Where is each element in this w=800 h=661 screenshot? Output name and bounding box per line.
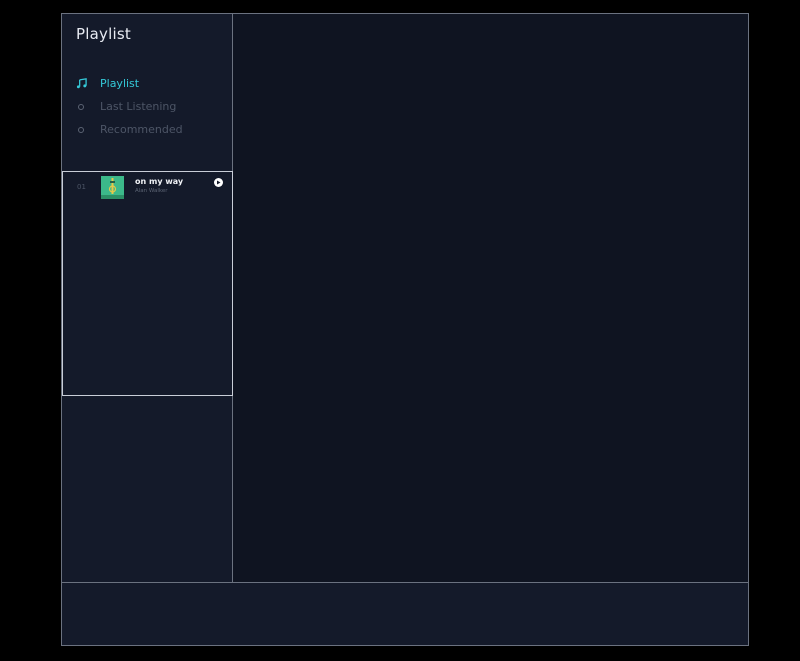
track-row[interactable]: 01 on my way Alan Walker — [63, 175, 232, 199]
sidebar-item-label: Playlist — [100, 77, 140, 90]
sidebar-menu: Playlist Last Listening Recommended — [62, 72, 232, 141]
music-app-window: Playlist Playlist Last Listening Recomme… — [61, 13, 749, 646]
music-note-icon — [75, 78, 87, 90]
play-icon — [217, 180, 221, 185]
sidebar-item-playlist[interactable]: Playlist — [62, 72, 232, 95]
sidebar-item-recommended[interactable]: Recommended — [62, 118, 232, 141]
sidebar-item-last-listening[interactable]: Last Listening — [62, 95, 232, 118]
sidebar-item-label: Last Listening — [100, 100, 177, 113]
dot-icon — [75, 124, 87, 136]
album-cover-image — [101, 176, 124, 199]
sidebar: Playlist Playlist Last Listening Recomme… — [62, 14, 233, 582]
sidebar-title: Playlist — [76, 25, 131, 43]
main-content-area — [233, 14, 748, 582]
play-button[interactable] — [214, 178, 223, 187]
dot-icon — [75, 101, 87, 113]
track-artist: Alan Walker — [135, 188, 168, 194]
sidebar-item-label: Recommended — [100, 123, 183, 136]
track-number: 01 — [77, 183, 86, 191]
track-list: 01 on my way Alan Walker — [62, 171, 233, 396]
track-title: on my way — [135, 177, 184, 186]
player-bar — [62, 582, 748, 645]
